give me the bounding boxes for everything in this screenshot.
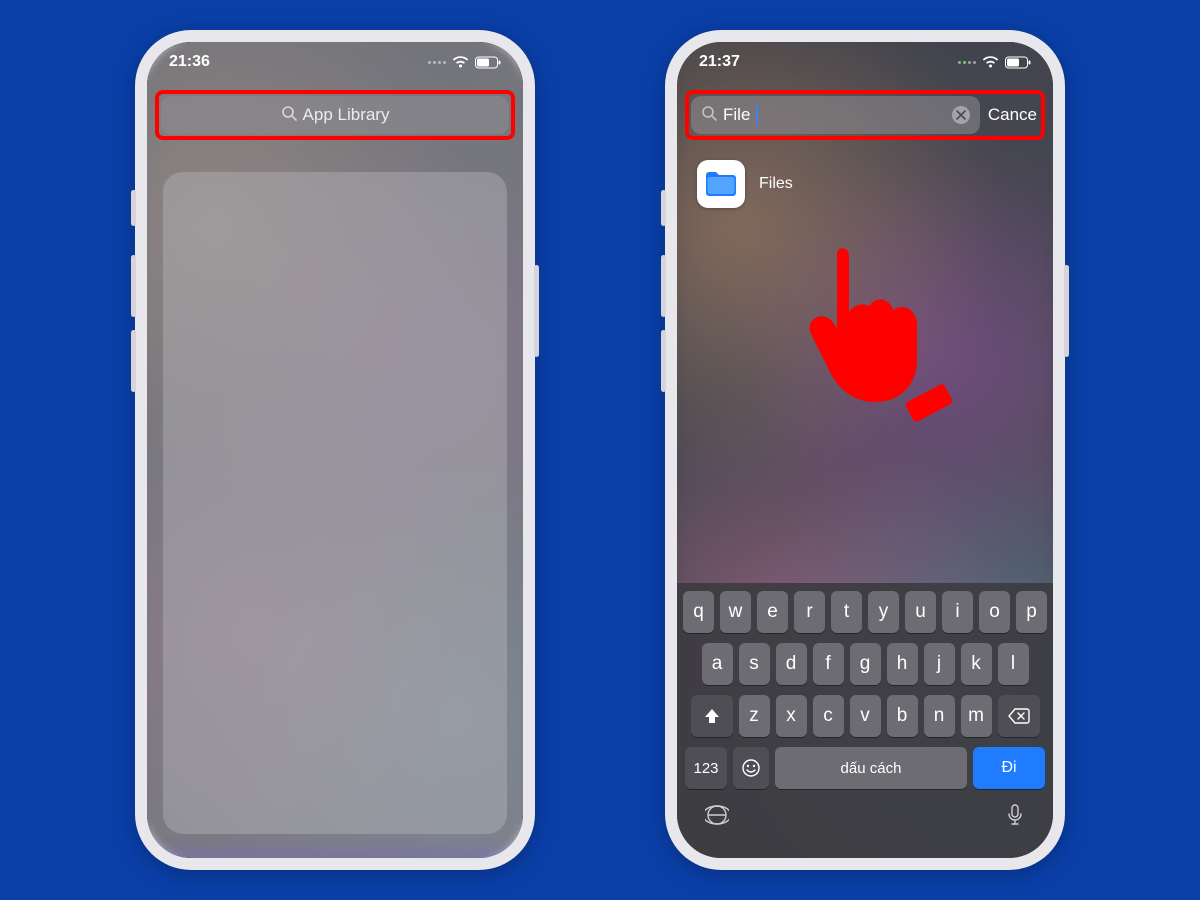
key-d[interactable]: d bbox=[776, 643, 807, 685]
globe-icon[interactable] bbox=[705, 803, 729, 832]
key-j[interactable]: j bbox=[924, 643, 955, 685]
status-bar: 21:37 bbox=[677, 42, 1053, 76]
search-bar-container: App Library bbox=[161, 96, 509, 134]
signal-dots-icon bbox=[958, 61, 976, 64]
wifi-icon bbox=[452, 56, 469, 69]
key-u[interactable]: u bbox=[905, 591, 936, 633]
status-right bbox=[958, 56, 1031, 69]
volume-button bbox=[131, 190, 136, 226]
key-v[interactable]: v bbox=[850, 695, 881, 737]
key-k[interactable]: k bbox=[961, 643, 992, 685]
key-h[interactable]: h bbox=[887, 643, 918, 685]
phone-right: 21:37 File bbox=[665, 30, 1065, 870]
keyboard-footer bbox=[681, 797, 1049, 854]
emoji-key[interactable] bbox=[733, 747, 769, 789]
volume-button bbox=[661, 330, 666, 392]
files-app-icon bbox=[697, 160, 745, 208]
key-e[interactable]: e bbox=[757, 591, 788, 633]
app-library-search[interactable]: App Library bbox=[161, 96, 509, 134]
mic-icon[interactable] bbox=[1005, 803, 1025, 832]
status-right bbox=[428, 56, 501, 69]
tap-indicator-icon bbox=[797, 242, 967, 437]
key-t[interactable]: t bbox=[831, 591, 862, 633]
battery-icon bbox=[475, 56, 501, 69]
volume-button bbox=[661, 255, 666, 317]
wifi-icon bbox=[982, 56, 999, 69]
key-o[interactable]: o bbox=[979, 591, 1010, 633]
volume-button bbox=[131, 330, 136, 392]
keyboard-row-2: asdfghjkl bbox=[681, 643, 1049, 685]
status-bar: 21:36 bbox=[147, 42, 523, 76]
search-icon bbox=[281, 105, 297, 126]
key-n[interactable]: n bbox=[924, 695, 955, 737]
key-p[interactable]: p bbox=[1016, 591, 1047, 633]
keyboard-row-3: zxcvbnm bbox=[681, 695, 1049, 737]
keyboard-row-1: qwertyuiop bbox=[681, 591, 1049, 633]
key-w[interactable]: w bbox=[720, 591, 751, 633]
shift-key[interactable] bbox=[691, 695, 733, 737]
dock-edge bbox=[147, 838, 523, 858]
screen-right: 21:37 File bbox=[677, 42, 1053, 858]
key-q[interactable]: q bbox=[683, 591, 714, 633]
key-f[interactable]: f bbox=[813, 643, 844, 685]
screen-left: 21:36 App Library bbox=[147, 42, 523, 858]
volume-button bbox=[661, 190, 666, 226]
key-g[interactable]: g bbox=[850, 643, 881, 685]
key-l[interactable]: l bbox=[998, 643, 1029, 685]
search-result-label: Files bbox=[759, 175, 793, 193]
key-r[interactable]: r bbox=[794, 591, 825, 633]
power-button bbox=[1064, 265, 1069, 357]
search-icon bbox=[701, 105, 717, 126]
go-key[interactable]: Đi bbox=[973, 747, 1045, 789]
app-library-search[interactable]: File bbox=[691, 96, 980, 134]
key-s[interactable]: s bbox=[739, 643, 770, 685]
space-key[interactable]: dấu cách bbox=[775, 747, 967, 789]
backspace-key[interactable] bbox=[998, 695, 1040, 737]
key-i[interactable]: i bbox=[942, 591, 973, 633]
key-b[interactable]: b bbox=[887, 695, 918, 737]
battery-icon bbox=[1005, 56, 1031, 69]
numbers-key[interactable]: 123 bbox=[685, 747, 727, 789]
app-library-grid-blurred bbox=[163, 172, 507, 834]
key-z[interactable]: z bbox=[739, 695, 770, 737]
status-time: 21:36 bbox=[169, 53, 210, 71]
phone-left: 21:36 App Library bbox=[135, 30, 535, 870]
key-c[interactable]: c bbox=[813, 695, 844, 737]
volume-button bbox=[131, 255, 136, 317]
text-cursor bbox=[756, 105, 758, 125]
search-input-value: File bbox=[723, 105, 750, 125]
power-button bbox=[534, 265, 539, 357]
status-time: 21:37 bbox=[699, 53, 740, 71]
key-a[interactable]: a bbox=[702, 643, 733, 685]
clear-search-icon[interactable] bbox=[952, 106, 970, 124]
signal-dots-icon bbox=[428, 61, 446, 64]
search-result-item[interactable]: Files bbox=[697, 160, 1033, 208]
keyboard: qwertyuiop asdfghjkl zxcvbnm 123 dấu các… bbox=[677, 583, 1053, 858]
key-y[interactable]: y bbox=[868, 591, 899, 633]
key-x[interactable]: x bbox=[776, 695, 807, 737]
cancel-button[interactable]: Cance bbox=[988, 105, 1039, 125]
key-m[interactable]: m bbox=[961, 695, 992, 737]
search-bar-container: File Cance bbox=[691, 96, 1039, 134]
keyboard-row-4: 123 dấu cách Đi bbox=[681, 747, 1049, 789]
search-placeholder: App Library bbox=[303, 105, 390, 125]
